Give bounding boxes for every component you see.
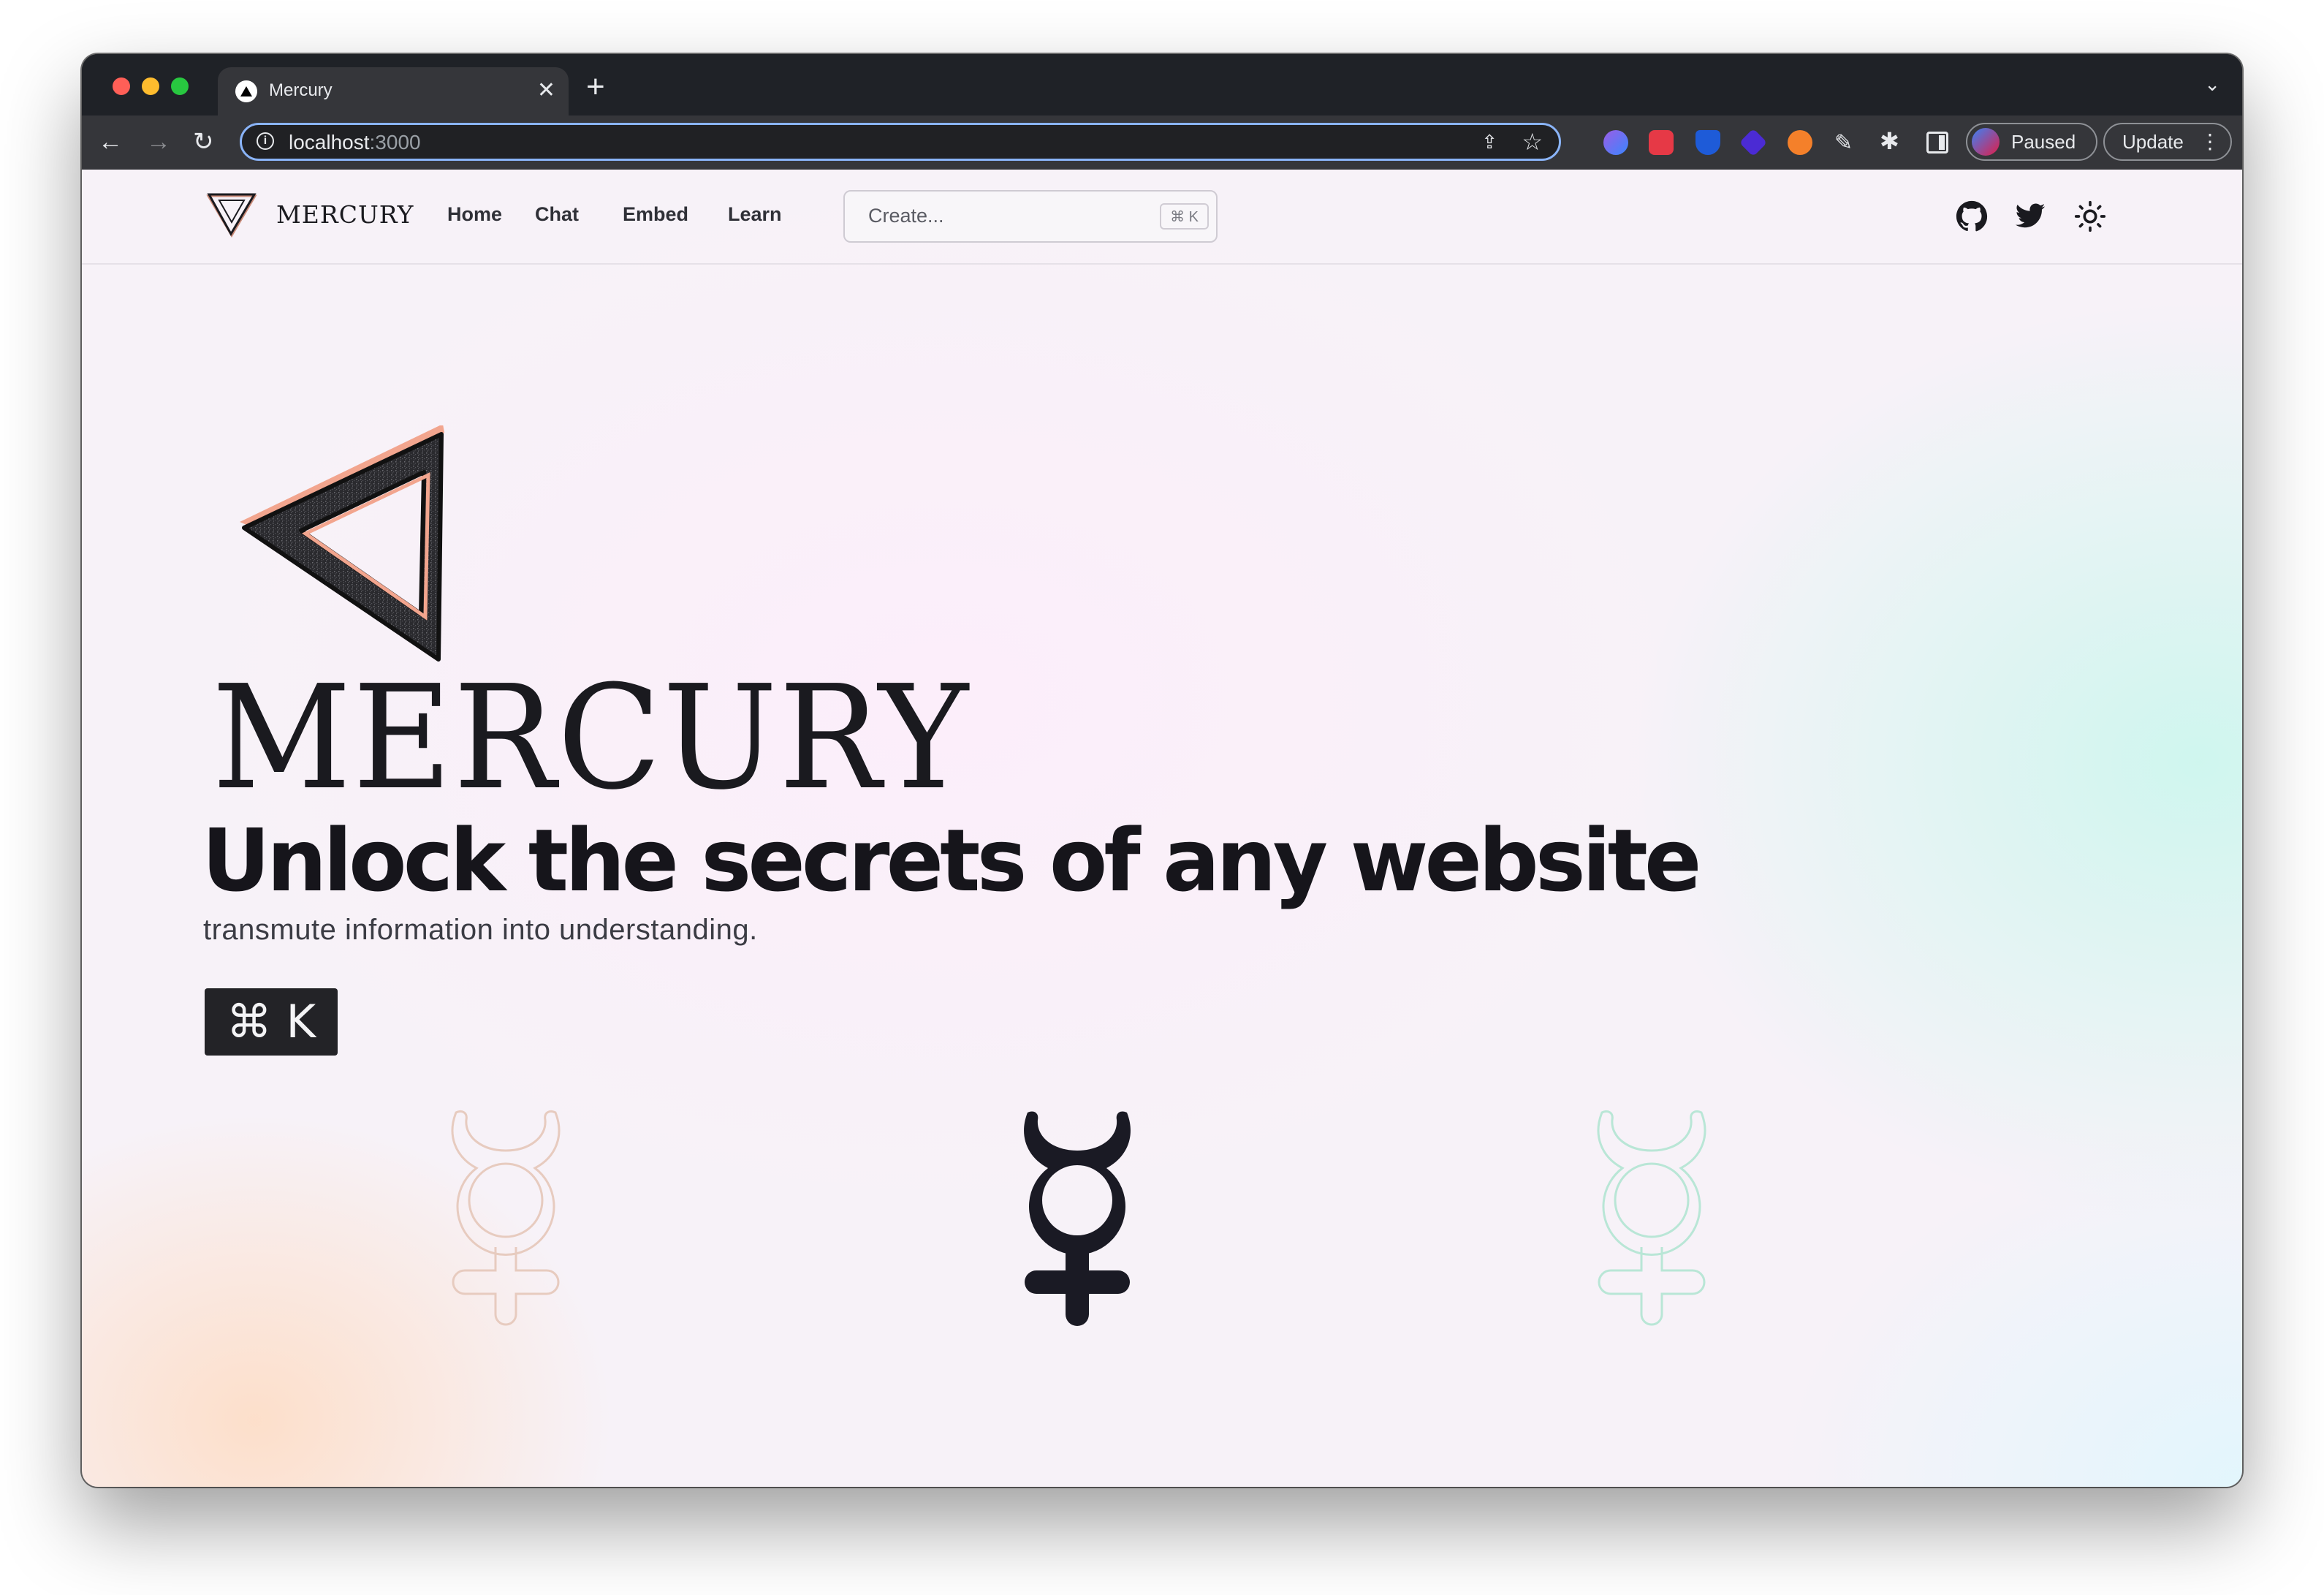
search-placeholder: Create... xyxy=(868,205,944,227)
search-shortcut-badge: ⌘ K xyxy=(1160,203,1209,230)
tab-title: Mercury xyxy=(269,80,333,100)
new-tab-button[interactable]: + xyxy=(586,69,605,105)
forward-icon[interactable]: → xyxy=(146,126,171,158)
back-icon[interactable]: ← xyxy=(98,126,123,158)
minimize-window-button[interactable] xyxy=(142,77,159,95)
mercury-symbol-outline-mint-icon xyxy=(1597,1110,1706,1326)
url-host: localhost xyxy=(289,131,370,154)
more-menu-icon[interactable]: ⋮ xyxy=(2200,124,2220,159)
nav-link-chat[interactable]: Chat xyxy=(535,203,579,226)
triangle-logo-icon[interactable] xyxy=(206,193,257,238)
command-k-button[interactable]: ⌘ K xyxy=(205,988,338,1056)
url-port: :3000 xyxy=(369,131,421,154)
browser-toolbar: ← → ↻ i localhost:3000 ⇪ ☆ ✎ ✱ Paused Up… xyxy=(82,115,2242,170)
github-icon[interactable] xyxy=(1956,200,1988,232)
address-bar[interactable]: i localhost:3000 ⇪ ☆ xyxy=(240,123,1561,161)
update-button[interactable]: Update ⋮ xyxy=(2103,123,2232,161)
hero-triangle-logo-icon xyxy=(240,425,444,662)
site-navbar: MERCURY Home Chat Embed Learn Create... … xyxy=(82,170,2242,265)
maximize-window-button[interactable] xyxy=(171,77,189,95)
hero-subheading: transmute information into understanding… xyxy=(203,914,758,946)
close-window-button[interactable] xyxy=(113,77,130,95)
extension-4-icon[interactable] xyxy=(1739,128,1768,157)
hero-wordmark: MERCURY xyxy=(212,655,970,822)
reload-icon[interactable]: ↻ xyxy=(193,126,214,158)
brand-name[interactable]: MERCURY xyxy=(276,200,414,229)
nav-link-embed[interactable]: Embed xyxy=(623,203,688,226)
nav-link-learn[interactable]: Learn xyxy=(728,203,782,226)
mercury-symbol-solid-icon xyxy=(1024,1111,1131,1326)
site-info-icon[interactable]: i xyxy=(257,132,274,150)
browser-window: Mercury ✕ + ⌄ ← → ↻ i localhost:3000 ⇪ ☆… xyxy=(82,54,2242,1487)
share-icon[interactable]: ⇪ xyxy=(1481,131,1497,154)
twitter-icon[interactable] xyxy=(2014,200,2046,232)
eyedropper-extension-icon[interactable]: ✎ xyxy=(1834,130,1859,155)
avatar xyxy=(1972,128,2000,156)
extension-1-icon[interactable] xyxy=(1603,130,1628,155)
update-label: Update xyxy=(2122,131,2184,153)
tab-strip: Mercury ✕ + ⌄ xyxy=(82,54,2242,115)
duckduckgo-extension-icon[interactable] xyxy=(1788,130,1812,155)
profile-paused-button[interactable]: Paused xyxy=(1966,123,2097,161)
close-tab-icon[interactable]: ✕ xyxy=(537,76,555,105)
nav-link-home[interactable]: Home xyxy=(447,203,502,226)
bitwarden-extension-icon[interactable] xyxy=(1695,130,1720,155)
url-text: localhost:3000 xyxy=(289,131,421,154)
favicon-icon xyxy=(235,80,257,102)
web-page: MERCURY Home Chat Embed Learn Create... … xyxy=(82,170,2242,1487)
create-search-input[interactable]: Create... ⌘ K xyxy=(843,190,1218,243)
tab-mercury[interactable]: Mercury ✕ xyxy=(218,67,569,115)
hero-heading: Unlock the secrets of any website xyxy=(202,810,1701,911)
side-panel-icon[interactable] xyxy=(1926,132,1948,154)
bookmark-star-icon[interactable]: ☆ xyxy=(1522,128,1543,156)
mercury-symbol-outline-peach-icon xyxy=(451,1110,561,1326)
extension-2-icon[interactable] xyxy=(1649,130,1674,155)
sun-icon[interactable] xyxy=(2074,200,2106,232)
extensions-puzzle-icon[interactable]: ✱ xyxy=(1880,127,1899,155)
paused-label: Paused xyxy=(2011,131,2076,153)
tab-search-icon[interactable]: ⌄ xyxy=(2204,73,2220,96)
